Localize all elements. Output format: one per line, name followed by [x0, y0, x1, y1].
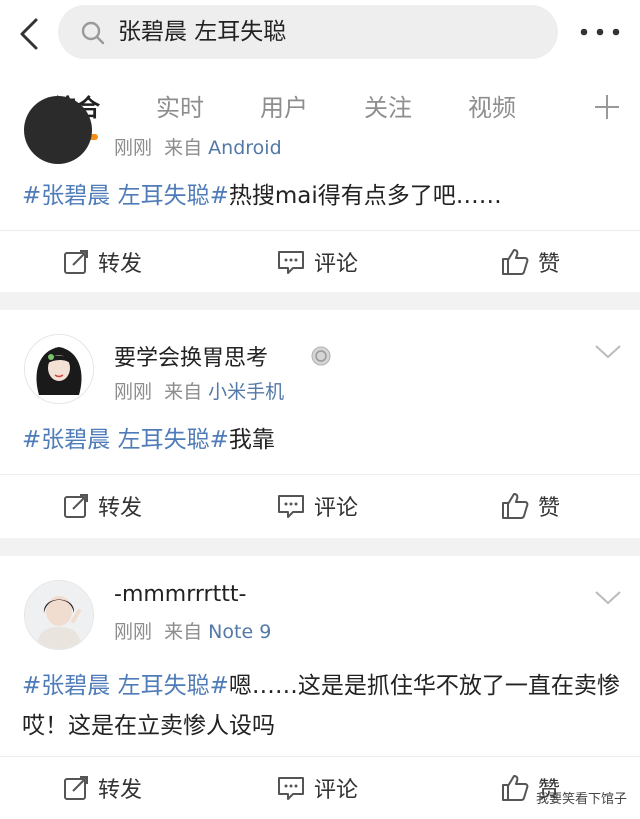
add-tab-icon[interactable]: [592, 92, 622, 122]
tab-bar: 综合 实时 用户 关注 视频: [0, 70, 640, 142]
action-bar: 转发 评论 赞: [0, 474, 640, 537]
thumbs-up-icon: [502, 775, 529, 801]
back-arrow-icon[interactable]: [14, 14, 44, 54]
tab-users[interactable]: 用户: [260, 92, 308, 124]
tab-video[interactable]: 视频: [468, 92, 516, 124]
post-text: #张碧晨 左耳失聪#我靠: [22, 427, 275, 453]
search-query: 张碧晨 左耳失聪: [118, 19, 287, 45]
repost-icon: [64, 494, 88, 518]
hashtag-link[interactable]: #张碧晨 左耳失聪#: [22, 183, 229, 209]
repost-button[interactable]: 转发: [62, 475, 142, 537]
divider: [0, 292, 640, 310]
post-text: #张碧晨 左耳失聪#热搜mai得有点多了吧……: [22, 183, 502, 209]
search-input[interactable]: 张碧晨 左耳失聪: [58, 5, 558, 59]
hashtag-link[interactable]: #张碧晨 左耳失聪#: [22, 427, 229, 453]
comment-icon: [278, 495, 304, 518]
comment-button[interactable]: 评论: [276, 757, 358, 819]
comment-icon: [278, 777, 304, 800]
repost-icon: [64, 250, 88, 274]
post-card[interactable]: -mmmrrrttt- 刚刚 来自 Note 9 #张碧晨 左耳失聪#嗯……这是…: [0, 556, 640, 811]
author-name[interactable]: -mmmrrrttt-: [114, 582, 246, 607]
watermark: 我要笑看下馆子: [536, 792, 628, 807]
comment-icon: [278, 251, 304, 274]
tab-following[interactable]: 关注: [364, 92, 412, 124]
repost-button[interactable]: 转发: [62, 231, 142, 293]
post-meta: 刚刚 来自 小米手机: [114, 381, 285, 403]
search-icon: [81, 21, 105, 45]
avatar[interactable]: [24, 96, 92, 164]
divider: [0, 538, 640, 556]
repost-icon: [64, 776, 88, 800]
chevron-down-icon[interactable]: [594, 590, 622, 606]
post-card[interactable]: 刚刚 来自 Android #张碧晨 左耳失聪#热搜mai得有点多了吧…… 转发…: [0, 96, 640, 293]
repost-button[interactable]: 转发: [62, 757, 142, 819]
post-card[interactable]: 要学会换胃思考 刚刚 来自 小米手机 #张碧晨 左耳失聪#我靠 转发 评论 赞: [0, 310, 640, 538]
like-button[interactable]: 赞: [500, 231, 560, 293]
tab-realtime[interactable]: 实时: [156, 92, 204, 124]
hashtag-link[interactable]: #张碧晨 左耳失聪#: [22, 673, 229, 699]
comment-button[interactable]: 评论: [276, 231, 358, 293]
more-options-icon[interactable]: [578, 22, 622, 42]
like-button[interactable]: 赞: [500, 475, 560, 537]
avatar[interactable]: [24, 580, 94, 650]
post-meta: 刚刚 来自 Note 9: [114, 621, 272, 643]
author-name[interactable]: 要学会换胃思考: [114, 340, 268, 372]
chevron-down-icon[interactable]: [594, 344, 622, 360]
post-meta: 刚刚 来自 Android: [114, 137, 282, 159]
avatar[interactable]: [24, 334, 94, 404]
thumbs-up-icon: [502, 493, 529, 519]
thumbs-up-icon: [502, 249, 529, 275]
action-bar: 转发 评论 赞: [0, 230, 640, 293]
medal-badge-icon: [311, 346, 331, 366]
top-bar: 张碧晨 左耳失聪: [0, 0, 640, 70]
post-text: #张碧晨 左耳失聪#嗯……这是是抓住华不放了一直在卖惨哎！这是在立卖惨人设吗: [22, 673, 620, 739]
comment-button[interactable]: 评论: [276, 475, 358, 537]
